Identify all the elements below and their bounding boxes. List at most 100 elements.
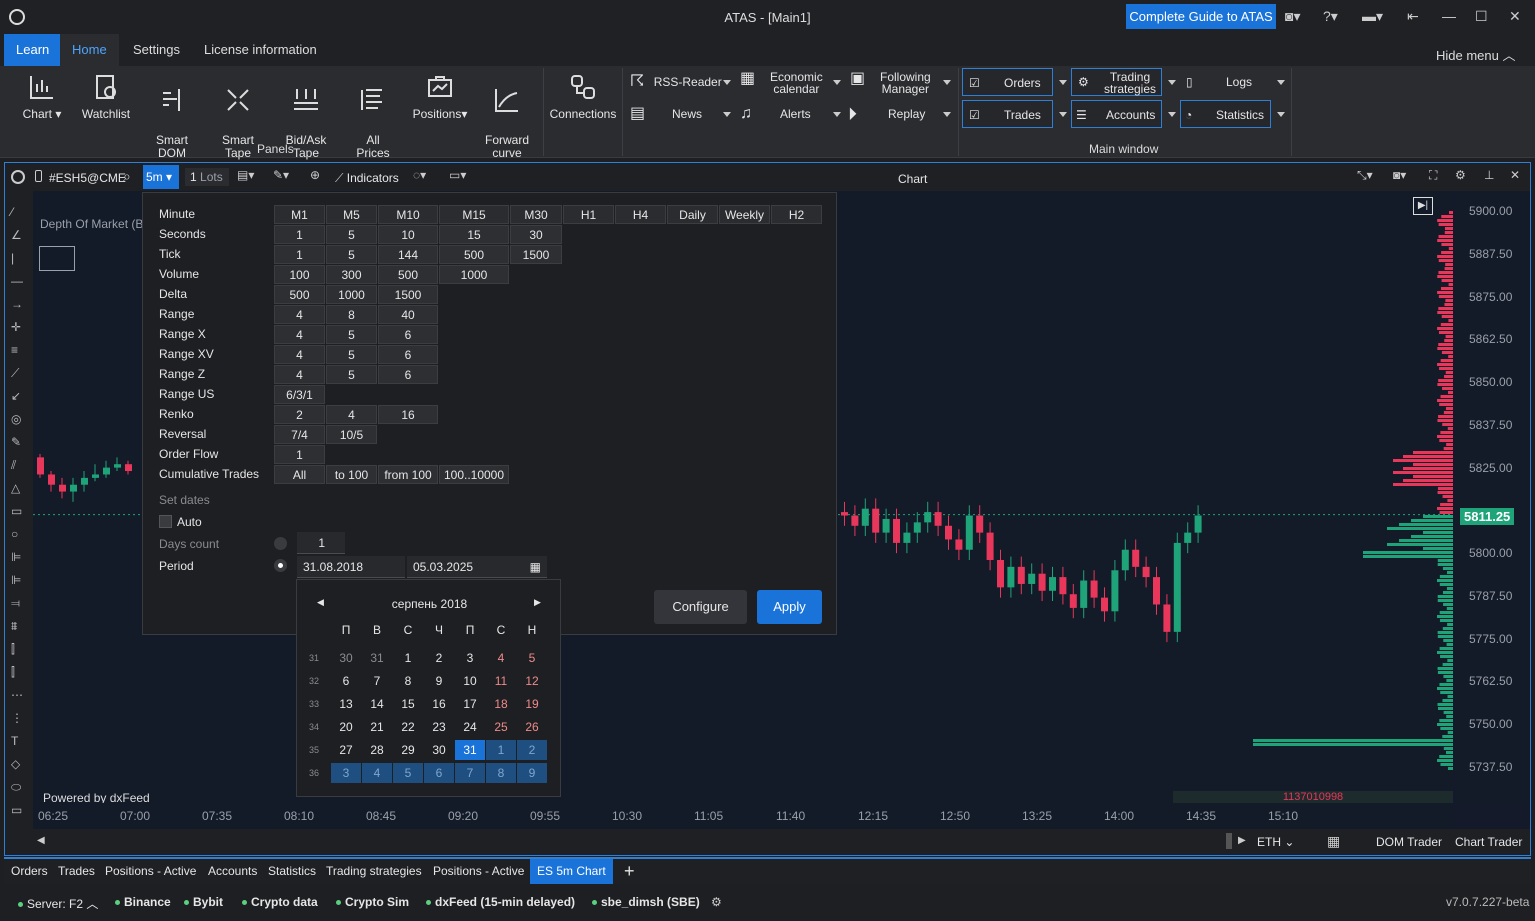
strategies-dropdown-icon[interactable] <box>1168 80 1176 85</box>
calendar-day[interactable]: 10 <box>455 671 485 691</box>
auto-checkbox[interactable] <box>159 515 172 528</box>
calendar-day[interactable]: 31 <box>362 648 392 668</box>
help-icon[interactable]: ?▾ <box>1323 8 1338 25</box>
camera-icon[interactable]: ◙▾ <box>1285 8 1300 25</box>
news-button[interactable]: ▤ News <box>630 100 730 128</box>
tab-trading-strategies[interactable]: Trading strategies <box>326 859 422 884</box>
tab-settings[interactable]: Settings <box>121 34 192 66</box>
calendar-day[interactable]: 21 <box>362 717 392 737</box>
replay-dropdown-icon[interactable] <box>943 112 951 117</box>
timeframe-header-cell[interactable]: H4 <box>615 205 666 224</box>
timeframe-cell[interactable]: 500 <box>439 245 509 264</box>
timeframe-cell[interactable]: 6 <box>378 365 438 384</box>
trades-button[interactable]: ☑ Trades <box>962 100 1053 128</box>
forward-curve-button[interactable]: Forward curve <box>480 72 534 160</box>
timeframe-cell[interactable]: to 100 <box>326 465 377 484</box>
search-icon[interactable]: ⌕ <box>123 168 131 185</box>
drawing-tool-icon[interactable]: ⫽ <box>11 458 16 473</box>
calendar-day[interactable]: 7 <box>362 671 392 691</box>
economic-calendar-button[interactable]: ▦ Economic calendar <box>740 68 840 96</box>
drawing-tool-icon[interactable]: ≡ <box>11 343 18 357</box>
timeframe-header-cell[interactable]: M10 <box>378 205 438 224</box>
timeframe-selector[interactable]: 5m ▾ <box>143 165 179 189</box>
calendar-day[interactable]: 4 <box>362 763 392 783</box>
timeframe-header-cell[interactable]: Weekly <box>719 205 770 224</box>
symbol-label[interactable]: #ESH5@CME <box>49 171 126 185</box>
timeframe-header-cell[interactable]: H1 <box>563 205 614 224</box>
timeframe-cell[interactable]: 30 <box>510 225 562 244</box>
timeframe-cell[interactable]: 5 <box>326 345 377 364</box>
trading-strategies-button[interactable]: ⚙ Trading strategies <box>1071 68 1162 96</box>
timeframe-header-cell[interactable]: M30 <box>510 205 562 224</box>
calendar-day[interactable]: 18 <box>486 694 516 714</box>
calendar-day[interactable]: 24 <box>455 717 485 737</box>
period-radio[interactable] <box>274 559 287 572</box>
configure-button[interactable]: Configure <box>654 590 747 624</box>
drawing-tool-icon[interactable]: ⩩ <box>11 619 17 634</box>
calendar-day[interactable]: 5 <box>517 648 547 668</box>
timeframe-cell[interactable]: 4 <box>274 325 325 344</box>
smart-dom-button[interactable]: Smart DOM <box>148 72 196 160</box>
language-flag-icon[interactable]: ▬▾ <box>1362 8 1383 25</box>
calendar-day[interactable]: 1 <box>393 648 423 668</box>
calendar-day[interactable]: 4 <box>486 648 516 668</box>
scroll-right-icon[interactable]: ▶ <box>1238 835 1246 846</box>
tab-home[interactable]: Home <box>60 34 119 66</box>
timeframe-cell[interactable]: 10 <box>378 225 438 244</box>
timeframe-cell[interactable]: 6/3/1 <box>274 385 325 404</box>
calendar-day[interactable]: 13 <box>331 694 361 714</box>
tab-es-chart[interactable]: ES 5m Chart <box>530 859 613 884</box>
rss-reader-button[interactable]: ☈ RSS-Reader <box>630 68 734 96</box>
calendar-day[interactable]: 2 <box>517 740 547 760</box>
complete-guide-button[interactable]: Complete Guide to ATAS <box>1126 4 1276 29</box>
pin-icon[interactable]: ⊥ <box>1484 168 1494 182</box>
timeframe-cell[interactable]: 1500 <box>378 285 438 304</box>
add-tab-icon[interactable]: + <box>624 859 635 884</box>
econ-dropdown-icon[interactable] <box>833 80 841 85</box>
calendar-day[interactable]: 22 <box>393 717 423 737</box>
timeframe-header-cell[interactable]: M5 <box>326 205 377 224</box>
calendar-day[interactable]: 3 <box>331 763 361 783</box>
timeframe-cell[interactable]: 144 <box>378 245 438 264</box>
calendar-day[interactable]: 16 <box>424 694 454 714</box>
drawing-tool-icon[interactable]: T <box>11 734 18 748</box>
drawing-tool-icon[interactable]: ↙ <box>11 389 21 403</box>
timeframe-cell[interactable]: 16 <box>378 405 438 424</box>
timeframe-cell[interactable]: 40 <box>378 305 438 324</box>
calendar-day[interactable]: 31 <box>455 740 485 760</box>
news-dropdown-icon[interactable] <box>723 112 731 117</box>
timeframe-cell[interactable]: 5 <box>326 325 377 344</box>
apply-button[interactable]: Apply <box>757 590 822 624</box>
drawing-tool-icon[interactable]: ∠ <box>11 228 22 242</box>
timeframe-header-cell[interactable]: M1 <box>274 205 325 224</box>
maximize-icon[interactable]: ☐ <box>1475 8 1488 25</box>
calendar-day[interactable]: 30 <box>424 740 454 760</box>
calendar-day[interactable]: 9 <box>517 763 547 783</box>
calendar-day[interactable]: 8 <box>486 763 516 783</box>
calendar-day[interactable]: 17 <box>455 694 485 714</box>
calendar-day[interactable]: 7 <box>455 763 485 783</box>
scroll-left-icon[interactable]: ◀ <box>37 835 45 846</box>
date-to-input[interactable]: 05.03.2025 ▦ <box>407 556 547 578</box>
alerts-dropdown-icon[interactable] <box>833 112 841 117</box>
calendar-day[interactable]: 5 <box>393 763 423 783</box>
timeframe-header-cell[interactable]: Daily <box>667 205 718 224</box>
following-dropdown-icon[interactable] <box>943 80 951 85</box>
calendar-day[interactable]: 9 <box>424 671 454 691</box>
timeframe-cell[interactable]: 7/4 <box>274 425 325 444</box>
accounts-button[interactable]: ☰ Accounts <box>1071 100 1162 128</box>
scroll-thumb[interactable] <box>1226 833 1232 849</box>
calendar-day[interactable]: 2 <box>424 648 454 668</box>
positions-button[interactable]: Positions▾ <box>408 72 472 121</box>
days-count-input[interactable]: 1 <box>297 532 345 554</box>
timeframe-cell[interactable]: 5 <box>326 225 377 244</box>
calendar-day[interactable]: 14 <box>362 694 392 714</box>
drawing-tool-icon[interactable]: ⊫ <box>11 573 21 587</box>
chart-type-icon[interactable]: ▤▾ <box>237 168 254 182</box>
timeframe-cell[interactable]: 5 <box>326 245 377 264</box>
scroll-to-end-button[interactable]: ▶| <box>1413 197 1433 215</box>
timeframe-cell[interactable]: All <box>274 465 325 484</box>
alerts-button[interactable]: ♫ Alerts <box>740 100 840 128</box>
logs-dropdown-icon[interactable] <box>1277 80 1285 85</box>
smart-tape-button[interactable]: Smart Tape <box>214 72 262 160</box>
